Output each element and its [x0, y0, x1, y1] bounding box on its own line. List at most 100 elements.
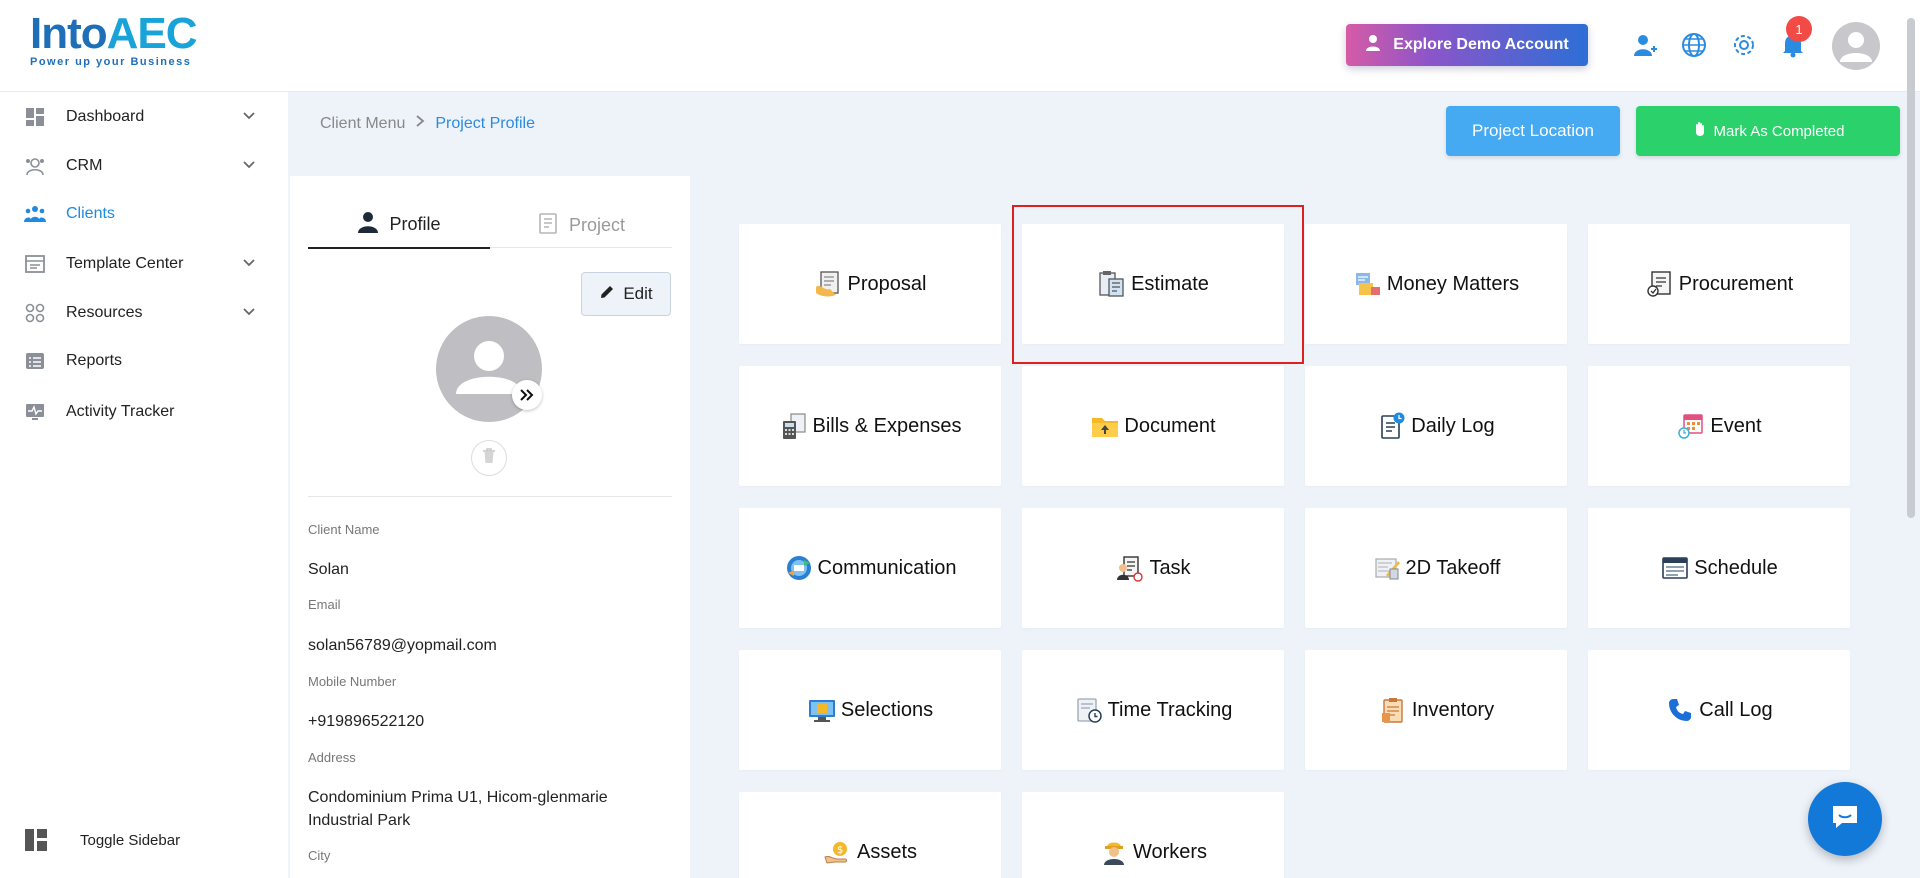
- tile-bills-expenses[interactable]: Bills & Expenses: [739, 366, 1001, 486]
- procurement-icon: [1645, 269, 1675, 299]
- tile-selections[interactable]: Selections: [739, 650, 1001, 770]
- double-chevron-right-icon[interactable]: [512, 380, 542, 410]
- client-name-label: Client Name: [308, 522, 380, 537]
- tile-label: Procurement: [1678, 272, 1794, 295]
- address-label: Address: [308, 750, 356, 765]
- email-value: solan56789@yopmail.com: [308, 637, 497, 654]
- tile-proposal[interactable]: Proposal: [739, 224, 1001, 344]
- tile-label: Bills & Expenses: [812, 414, 962, 437]
- demo-button-label: Explore Demo Account: [1393, 36, 1569, 53]
- tile-workers[interactable]: Workers: [1022, 792, 1284, 878]
- sidebar-item-crm[interactable]: CRM: [0, 143, 288, 189]
- breadcrumb-parent[interactable]: Client Menu: [320, 115, 405, 133]
- email-label: Email: [308, 597, 341, 612]
- mark-completed-button[interactable]: Mark As Completed: [1636, 106, 1900, 156]
- page-scrollbar[interactable]: [1906, 0, 1916, 878]
- chevron-right-icon: [415, 114, 425, 133]
- logo-text-main: Into: [30, 9, 108, 58]
- tile-time-tracking[interactable]: Time Tracking: [1022, 650, 1284, 770]
- gear-icon[interactable]: [1727, 28, 1761, 62]
- breadcrumb: Client Menu Project Profile: [320, 114, 535, 133]
- add-user-icon[interactable]: [1628, 28, 1662, 62]
- tile-label: Document: [1124, 414, 1216, 437]
- tile-schedule[interactable]: Schedule: [1588, 508, 1850, 628]
- tile-assets[interactable]: $ Assets: [739, 792, 1001, 878]
- divider: [308, 496, 672, 497]
- workers-icon: [1099, 837, 1129, 867]
- tile-label: Inventory: [1411, 698, 1495, 721]
- tile-2d-takeoff[interactable]: 2D Takeoff: [1305, 508, 1567, 628]
- tab-profile-label: Profile: [389, 214, 441, 234]
- sidebar-item-template-center[interactable]: Template Center: [0, 241, 288, 287]
- mobile-value: +919896522120: [308, 713, 425, 730]
- tile-label: Daily Log: [1411, 414, 1495, 437]
- profile-panel: Profile Project Edit Client Name Solan E…: [290, 176, 690, 878]
- pencil-icon: [599, 284, 615, 305]
- intoaec-logo[interactable]: IntoAEC Power up your Business: [30, 10, 230, 80]
- person-icon: [357, 211, 379, 238]
- sidebar-item-label: CRM: [66, 157, 103, 174]
- takeoff-icon: [1372, 553, 1402, 583]
- tile-procurement[interactable]: Procurement: [1588, 224, 1850, 344]
- sidebar-item-activity-tracker[interactable]: Activity Tracker: [0, 389, 288, 435]
- delete-photo-button[interactable]: [471, 440, 507, 476]
- crm-icon: [24, 155, 46, 177]
- scrollbar-thumb[interactable]: [1907, 18, 1915, 518]
- chevron-down-icon[interactable]: [242, 256, 256, 275]
- project-location-button[interactable]: Project Location: [1446, 106, 1620, 156]
- tile-label: Call Log: [1699, 698, 1773, 721]
- sidebar-item-label: Template Center: [66, 255, 184, 272]
- tile-call-log[interactable]: Call Log: [1588, 650, 1850, 770]
- tile-communication[interactable]: Communication: [739, 508, 1001, 628]
- proposal-icon: [814, 269, 844, 299]
- tile-task[interactable]: Task: [1022, 508, 1284, 628]
- trash-icon: [482, 448, 496, 468]
- sidebar-item-label: Clients: [66, 205, 115, 222]
- sidebar-item-dashboard[interactable]: Dashboard: [0, 94, 288, 140]
- event-icon: [1676, 411, 1706, 441]
- chevron-down-icon[interactable]: [242, 305, 256, 324]
- template-icon: [24, 253, 46, 275]
- tile-event[interactable]: Event: [1588, 366, 1850, 486]
- inventory-icon: [1378, 695, 1408, 725]
- address-value: Condominium Prima U1, Hicom-glenmarie In…: [308, 789, 608, 829]
- phone-icon: [1665, 695, 1695, 725]
- tile-label: Proposal: [847, 272, 927, 295]
- tile-document[interactable]: Document: [1022, 366, 1284, 486]
- explore-demo-button[interactable]: Explore Demo Account: [1346, 24, 1588, 66]
- clients-icon: [24, 203, 46, 225]
- edit-label: Edit: [623, 284, 653, 303]
- sidebar-item-clients[interactable]: Clients: [0, 191, 288, 237]
- selections-icon: [807, 695, 837, 725]
- activity-icon: [24, 401, 46, 423]
- sidebar-item-reports[interactable]: Reports: [0, 338, 288, 384]
- tile-money-matters[interactable]: Money Matters: [1305, 224, 1567, 344]
- chevron-down-icon[interactable]: [242, 158, 256, 177]
- toggle-sidebar-icon: [24, 828, 48, 852]
- globe-icon[interactable]: [1677, 28, 1711, 62]
- sidebar-item-resources[interactable]: Resources: [0, 290, 288, 336]
- tile-inventory[interactable]: Inventory: [1305, 650, 1567, 770]
- tile-label: 2D Takeoff: [1405, 556, 1501, 579]
- chat-icon: [1830, 803, 1860, 835]
- mark-completed-label: Mark As Completed: [1713, 122, 1845, 140]
- time-tracking-icon: [1074, 695, 1104, 725]
- schedule-icon: [1660, 553, 1690, 583]
- hand-icon: [1692, 121, 1708, 141]
- tab-profile[interactable]: Profile: [308, 202, 490, 249]
- sidebar: Dashboard CRM Clients Template Center Re…: [0, 92, 288, 878]
- tile-label: Time Tracking: [1107, 698, 1233, 721]
- toggle-sidebar-button[interactable]: Toggle Sidebar: [24, 828, 180, 852]
- tab-project[interactable]: Project: [490, 202, 672, 248]
- city-label: City: [308, 848, 331, 863]
- user-avatar[interactable]: [1832, 22, 1880, 70]
- client-name-value: Solan: [308, 561, 349, 578]
- chevron-down-icon[interactable]: [242, 109, 256, 128]
- breadcrumb-current: Project Profile: [435, 114, 535, 132]
- chat-button[interactable]: [1808, 782, 1882, 856]
- tile-daily-log[interactable]: Daily Log: [1305, 366, 1567, 486]
- project-doc-icon: [537, 212, 559, 239]
- tile-label: Communication: [817, 556, 957, 579]
- task-icon: [1115, 553, 1145, 583]
- edit-button[interactable]: Edit: [581, 272, 671, 316]
